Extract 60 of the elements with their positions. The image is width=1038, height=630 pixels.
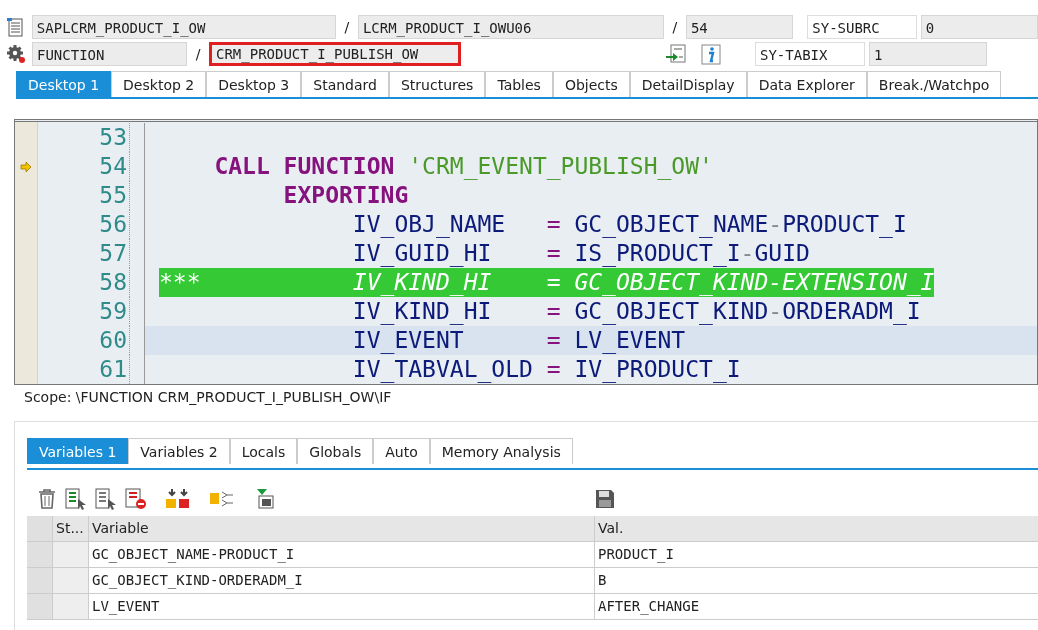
table-cell: B <box>595 568 1038 593</box>
display-field: 54 <box>685 15 794 39</box>
tab[interactable]: Standard <box>301 71 389 97</box>
tab[interactable]: Desktop 1 <box>16 71 112 97</box>
display-field: FUNCTION <box>32 42 187 66</box>
column-header[interactable]: Variable <box>89 516 595 541</box>
scope-text: Scope: \FUNCTION CRM_PRODUCT_I_PUBLISH_OW\IF <box>23 388 393 407</box>
tab[interactable]: Locals <box>229 438 298 464</box>
tab[interactable]: Memory Analysis <box>429 438 573 464</box>
tab[interactable]: Variables 1 <box>27 438 129 464</box>
tab[interactable]: Auto <box>373 438 430 464</box>
list-remove-icon[interactable] <box>125 488 147 510</box>
tab[interactable]: Data Explorer <box>746 71 867 97</box>
line-number: 60 <box>38 326 130 355</box>
code-line: EXPORTING <box>144 181 1037 210</box>
field-label: SY-TABIX <box>755 42 865 66</box>
list-cursor-icon[interactable] <box>65 488 87 510</box>
separator-slash: / <box>343 19 351 35</box>
tab[interactable]: Break./Watchpo <box>866 71 1002 97</box>
display-field: SAPLCRM_PRODUCT_I_OW <box>31 15 336 39</box>
table-cell: GC_OBJECT_KIND-ORDERADM_I <box>89 568 595 593</box>
step-arrow-icon[interactable] <box>665 44 687 64</box>
separator-slash: / <box>671 19 679 35</box>
separator-slash: / <box>194 46 202 62</box>
tab[interactable]: Globals <box>297 438 374 464</box>
display-field: 0 <box>920 15 1038 39</box>
line-number: 59 <box>38 297 130 326</box>
table-cell: AFTER_CHANGE <box>595 594 1038 619</box>
display-field: 1 <box>869 42 987 66</box>
tab[interactable]: Structures <box>389 71 486 97</box>
line-number: 55 <box>38 181 130 210</box>
arrows-blocks-icon[interactable] <box>165 488 191 510</box>
tab[interactable]: Tables <box>485 71 553 97</box>
table-cell: PRODUCT_I <box>595 542 1038 567</box>
save-icon[interactable] <box>595 489 615 509</box>
trash-icon[interactable] <box>37 488 57 510</box>
line-number: 56 <box>38 210 130 239</box>
table-cell: LV_EVENT <box>89 594 595 619</box>
display-field: CRM_PRODUCT_I_PUBLISH_OW <box>209 42 461 66</box>
table-cell: GC_OBJECT_NAME-PRODUCT_I <box>89 542 595 567</box>
line-number: 54 <box>38 152 130 181</box>
display-field: LCRM_PRODUCT_I_OWU06 <box>357 15 664 39</box>
field-label: SY-SUBRC <box>807 15 917 39</box>
code-line: IV_OBJ_NAME = GC_OBJECT_NAME-PRODUCT_I <box>144 210 1037 239</box>
code-line: CALL FUNCTION 'CRM_EVENT_PUBLISH_OW' <box>144 152 1037 181</box>
column-header[interactable]: St... <box>53 516 89 541</box>
list-cursor-icon[interactable] <box>95 488 117 510</box>
tab[interactable]: DetailDisplay <box>629 71 747 97</box>
column-header[interactable]: Val. <box>595 516 1038 541</box>
tab[interactable]: Objects <box>552 71 630 97</box>
gear-icon <box>6 44 28 64</box>
line-number: 58 <box>38 268 130 297</box>
info-icon[interactable] <box>701 43 721 65</box>
code-line: IV_TABVAL_OLD = IV_PRODUCT_I <box>144 355 1037 384</box>
line-number: 57 <box>38 239 130 268</box>
tab[interactable]: Desktop 2 <box>111 71 207 97</box>
tab[interactable]: Variables 2 <box>128 438 230 464</box>
tab[interactable]: Desktop 3 <box>206 71 302 97</box>
line-number: 53 <box>38 123 130 152</box>
line-number: 61 <box>38 355 130 384</box>
